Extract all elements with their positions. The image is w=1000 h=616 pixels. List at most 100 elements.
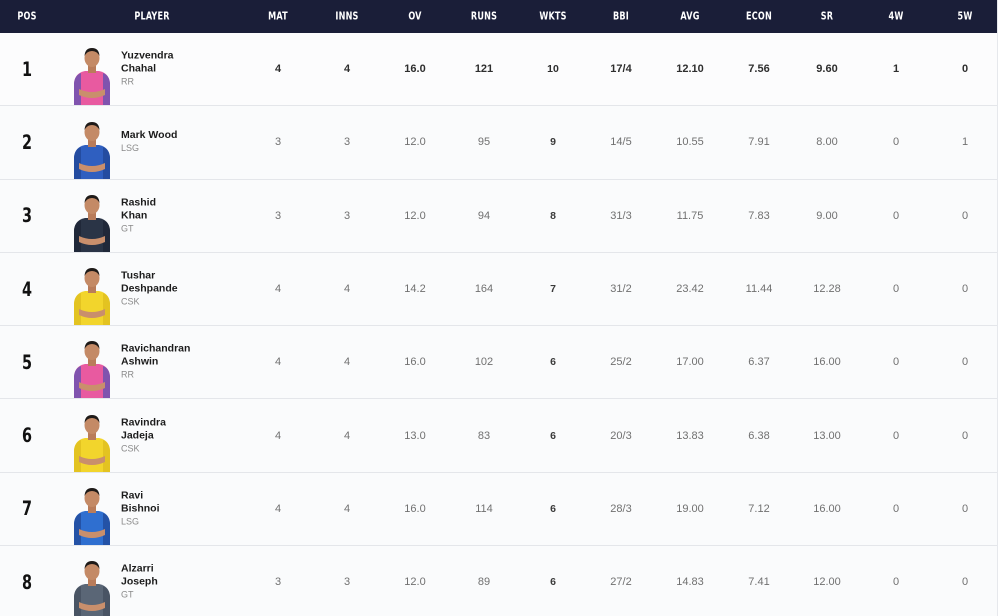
column-header-econ[interactable]: ECON xyxy=(724,11,794,23)
cell-w5: 1 xyxy=(961,136,969,149)
cell-sr: 16.00 xyxy=(813,502,841,515)
table-row[interactable]: 8 Alzarri Joseph GT 3 3 12.0 89 6 27/2 14.83 7.41 12… xyxy=(0,546,997,616)
cell-econ: 6.37 xyxy=(748,356,770,369)
cell-w5: 0 xyxy=(961,576,969,589)
player-avatar[interactable] xyxy=(71,412,113,472)
table-row[interactable]: 5 Ravichandran Ashwin RR 4 4 16.0 102 6 25/2 17.00… xyxy=(0,326,997,400)
column-header-5w[interactable]: 5W xyxy=(930,11,1000,23)
table-row[interactable]: 3 Rashid Khan GT 3 3 12.0 94 8 31/3 11.75 7.83 9.00 0… xyxy=(0,179,997,253)
column-header-pos[interactable]: POS xyxy=(0,11,62,23)
player-name[interactable]: Alzarri xyxy=(121,563,158,576)
cell-ov: 12.0 xyxy=(404,136,426,149)
cell-avg: 12.10 xyxy=(676,63,704,76)
cell-wkts: 10 xyxy=(547,63,559,76)
column-header-4w[interactable]: 4W xyxy=(861,11,931,23)
player-name[interactable]: Rashid xyxy=(121,196,156,209)
player-info: Tushar Deshpande CSK xyxy=(121,270,178,309)
player-name-line2[interactable]: Ashwin xyxy=(121,356,190,369)
cell-wkts: 6 xyxy=(550,576,556,589)
cell-ov: 16.0 xyxy=(404,63,426,76)
player-name[interactable]: Mark Wood xyxy=(121,129,177,142)
player-name-line2[interactable]: Jadeja xyxy=(121,429,166,442)
table-body: 1 Yuzvendra Chahal RR 4 4 16.0 121 10 17/4 12.10 7.… xyxy=(0,33,997,616)
cell-avg: 23.42 xyxy=(676,283,704,296)
cell-inns: 4 xyxy=(343,283,351,296)
player-avatar[interactable] xyxy=(71,338,113,399)
column-header-runs[interactable]: RUNS xyxy=(449,11,519,23)
team-code: LSG xyxy=(121,516,140,527)
cell-wkts: 6 xyxy=(550,502,556,515)
cell-ov: 12.0 xyxy=(404,209,426,222)
cell-runs: 94 xyxy=(477,209,491,222)
cell-sr: 16.00 xyxy=(813,356,841,369)
cell-sr: 9.60 xyxy=(816,63,838,76)
cell-wkts: 9 xyxy=(550,136,556,149)
player-avatar[interactable] xyxy=(71,45,113,106)
cell-mat: 4 xyxy=(274,63,282,76)
player-name-line2[interactable]: Deshpande xyxy=(121,283,178,296)
cell-bbi: 25/2 xyxy=(610,356,632,369)
table-row[interactable]: 2 Mark Wood LSG 3 3 12.0 95 9 14/5 10.55 7.91 8.00 0… xyxy=(0,106,997,180)
column-header-bbi[interactable]: BBI xyxy=(586,11,656,23)
player-info: Ravindra Jadeja CSK xyxy=(121,416,166,455)
player-info: Mark Wood LSG xyxy=(121,129,177,155)
player-name-line2[interactable]: Chahal xyxy=(121,63,174,76)
cell-ov: 16.0 xyxy=(404,502,426,515)
cell-mat: 3 xyxy=(274,576,282,589)
player-avatar[interactable] xyxy=(71,192,113,252)
cell-bbi: 14/5 xyxy=(610,136,632,149)
column-header-wkts[interactable]: WKTS xyxy=(518,11,588,23)
player-name[interactable]: Ravindra xyxy=(121,416,166,429)
cell-w4: 0 xyxy=(892,356,900,369)
player-name[interactable]: Yuzvendra xyxy=(121,50,174,63)
player-name-line2[interactable]: Joseph xyxy=(121,576,158,589)
cell-inns: 3 xyxy=(343,209,351,222)
position: 3 xyxy=(21,204,32,228)
cell-w4: 0 xyxy=(892,136,900,149)
table-row[interactable]: 4 Tushar Deshpande CSK 4 4 14.2 164 7 31/2 23.42 11… xyxy=(0,252,997,327)
cell-sr: 9.00 xyxy=(816,209,838,222)
player-name[interactable]: Tushar xyxy=(121,270,178,283)
table-row[interactable]: 7 Ravi Bishnoi LSG 4 4 16.0 114 6 28/3 19.00 7.12 16… xyxy=(0,472,997,547)
player-avatar[interactable] xyxy=(71,558,113,616)
cell-w4: 0 xyxy=(892,209,900,222)
player-info: Alzarri Joseph GT xyxy=(121,563,158,602)
player-name[interactable]: Ravichandran xyxy=(121,343,190,356)
column-header-sr[interactable]: SR xyxy=(792,11,862,23)
cell-bbi: 27/2 xyxy=(610,576,632,589)
table-row[interactable]: 6 Ravindra Jadeja CSK 4 4 13.0 83 6 20/3 13.83 6.38… xyxy=(0,399,997,473)
cell-mat: 4 xyxy=(274,283,282,296)
player-name[interactable]: Ravi xyxy=(121,489,160,502)
cell-bbi: 31/2 xyxy=(610,283,632,296)
position: 2 xyxy=(21,131,32,154)
column-header-avg[interactable]: AVG xyxy=(655,11,725,23)
cell-ov: 12.0 xyxy=(404,576,426,589)
cell-runs: 83 xyxy=(477,429,491,442)
table-row[interactable]: 1 Yuzvendra Chahal RR 4 4 16.0 121 10 17/4 12.10 7.… xyxy=(0,33,997,107)
player-info: Ravi Bishnoi LSG xyxy=(121,489,160,528)
column-header-ov[interactable]: OV xyxy=(380,11,450,23)
cell-w5: 0 xyxy=(961,283,969,296)
column-header-inns[interactable]: INNS xyxy=(312,11,382,23)
cell-bbi: 28/3 xyxy=(610,502,632,515)
player-avatar[interactable] xyxy=(71,119,113,179)
player-avatar[interactable] xyxy=(71,485,113,546)
player-avatar[interactable] xyxy=(71,265,113,326)
column-header-player[interactable]: PLAYER xyxy=(117,11,187,23)
cell-w4: 0 xyxy=(892,502,900,515)
cell-inns: 4 xyxy=(343,429,351,442)
cell-w4: 0 xyxy=(892,576,900,589)
cell-econ: 11.44 xyxy=(745,283,773,296)
player-name-line2[interactable]: Khan xyxy=(121,209,156,222)
cell-runs: 102 xyxy=(474,356,494,369)
cell-sr: 12.28 xyxy=(813,283,841,296)
player-info: Ravichandran Ashwin RR xyxy=(121,343,190,382)
player-name-line2[interactable]: Bishnoi xyxy=(121,502,160,515)
cell-w5: 0 xyxy=(961,356,969,369)
cell-econ: 7.12 xyxy=(748,502,770,515)
cell-mat: 3 xyxy=(274,209,282,222)
cell-avg: 17.00 xyxy=(676,356,704,369)
column-header-mat[interactable]: MAT xyxy=(243,11,313,23)
cell-mat: 4 xyxy=(274,502,282,515)
cell-ov: 16.0 xyxy=(404,356,426,369)
